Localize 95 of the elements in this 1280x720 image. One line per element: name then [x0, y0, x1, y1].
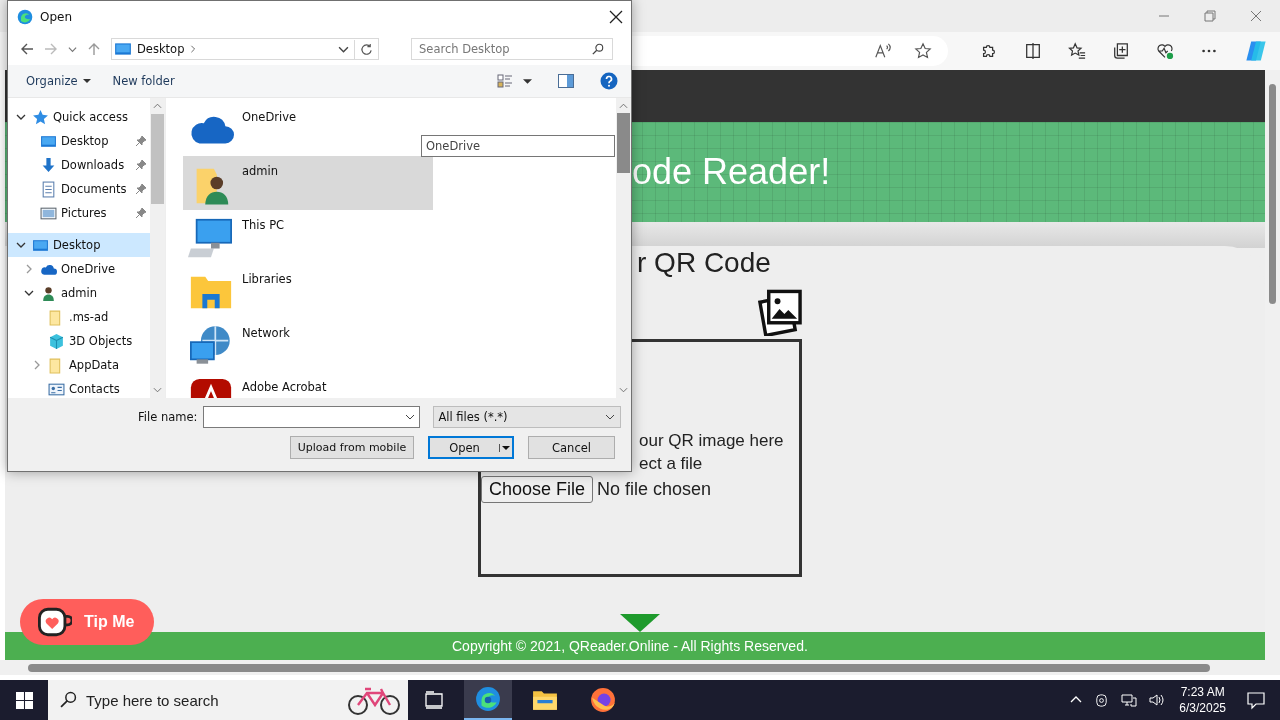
copilot-icon[interactable]	[1244, 39, 1268, 63]
search-icon	[60, 691, 77, 708]
pin-icon[interactable]	[136, 184, 146, 194]
network-icon[interactable]	[1121, 692, 1138, 708]
new-folder-button[interactable]: New folder	[106, 70, 181, 92]
heading: r QR Code	[637, 247, 771, 279]
mug-icon	[38, 605, 72, 639]
task-view-icon[interactable]	[424, 690, 444, 710]
file-name-field[interactable]	[203, 406, 421, 428]
nav-item[interactable]: admin	[8, 281, 150, 305]
scroll-thumb[interactable]	[28, 663, 1210, 672]
nav-item[interactable]: Pictures	[8, 201, 150, 225]
puzzle-icon[interactable]	[980, 42, 998, 60]
caret-icon[interactable]	[502, 443, 510, 452]
nav-item[interactable]: .ms-ad	[8, 305, 150, 329]
chevron-down-icon[interactable]	[405, 412, 416, 422]
taskbar-search-field[interactable]: Type here to search	[48, 680, 408, 720]
edge-icon	[17, 9, 33, 25]
notifications-icon[interactable]	[1246, 690, 1266, 710]
cancel-button[interactable]: Cancel	[528, 436, 615, 459]
horizontal-scrollbar[interactable]	[0, 660, 1280, 675]
star-icon[interactable]	[914, 42, 932, 60]
location-bar[interactable]: Desktop	[111, 38, 379, 60]
file-type-dropdown[interactable]: All files (*.*)	[433, 406, 622, 428]
pin-icon[interactable]	[136, 136, 146, 146]
date-text: 6/3/2025	[1179, 700, 1226, 716]
name-tooltip: OneDrive	[421, 135, 615, 157]
monitor-icon	[114, 40, 132, 58]
drop-text: our QR image here	[639, 431, 784, 451]
site-title: ode Reader!	[632, 151, 831, 193]
nav-item[interactable]: Desktop	[8, 129, 150, 153]
open-button[interactable]: Open	[428, 436, 514, 459]
windows-logo-icon[interactable]	[16, 691, 33, 709]
preview-pane-icon[interactable]	[558, 74, 574, 88]
chevron-down-icon[interactable]	[605, 412, 616, 422]
read-aloud-icon[interactable]	[874, 42, 892, 60]
time-text: 7:23 AM	[1180, 684, 1225, 700]
star-icon	[32, 108, 49, 126]
camera-icon[interactable]	[1094, 692, 1110, 708]
location-text: Desktop	[137, 42, 185, 56]
chevron-right-icon[interactable]	[24, 264, 34, 274]
dialog-title: Open	[40, 10, 73, 24]
file-item[interactable]: Network	[183, 318, 433, 372]
file-item[interactable]: Libraries	[183, 264, 433, 318]
browser-logo-icon[interactable]	[475, 686, 501, 712]
up-arrow-icon[interactable]	[87, 42, 101, 56]
caret-icon[interactable]	[523, 76, 532, 86]
chevron-down-icon[interactable]	[16, 240, 26, 250]
firefox-icon[interactable]	[590, 687, 616, 713]
favorites-icon[interactable]	[1068, 42, 1086, 60]
nav-item[interactable]: Desktop	[8, 233, 150, 257]
search-field[interactable]: Search Desktop	[411, 38, 613, 60]
copyright-text: Copyright © 2021, QReader.Online - All Rights Reserved.	[452, 638, 808, 654]
back-arrow-icon[interactable]	[20, 42, 34, 56]
speaker-icon[interactable]	[1149, 692, 1166, 708]
nav-item[interactable]: AppData	[8, 353, 150, 377]
view-options-icon[interactable]	[497, 73, 513, 89]
scroll-thumb[interactable]	[1269, 84, 1276, 304]
scroll-thumb[interactable]	[617, 113, 630, 173]
file-status: No file chosen	[597, 479, 712, 500]
file-name-label: File name:	[138, 410, 198, 424]
search-icon	[592, 43, 604, 55]
chevron-down-icon[interactable]	[16, 112, 26, 122]
pictures-icon	[756, 288, 803, 336]
chevron-right-icon[interactable]	[32, 360, 42, 370]
pin-icon[interactable]	[136, 160, 146, 170]
pin-icon[interactable]	[136, 208, 146, 218]
person-icon	[40, 284, 57, 302]
scroll-thumb[interactable]	[151, 114, 164, 204]
nav-item[interactable]: Quick access	[8, 105, 150, 129]
collections-icon[interactable]	[1112, 42, 1130, 60]
drop-text: ect a file	[639, 454, 703, 474]
file-item[interactable]: This PC	[183, 210, 433, 264]
upload-from-mobile-button[interactable]: Upload from mobile	[290, 436, 414, 459]
heartbeat-icon[interactable]	[1156, 42, 1174, 60]
file-item[interactable]: admin	[183, 156, 433, 210]
nav-item[interactable]: 3D Objects	[8, 329, 150, 353]
nav-item[interactable]: Downloads	[8, 153, 150, 177]
close-icon[interactable]	[609, 10, 623, 24]
caret-icon	[82, 77, 91, 85]
down-triangle-icon[interactable]	[620, 614, 660, 632]
cube-icon	[48, 332, 65, 350]
choose-file-button[interactable]: Choose File	[481, 476, 594, 503]
restore-icon[interactable]	[1204, 10, 1216, 22]
chevron-down-icon[interactable]	[24, 288, 34, 298]
clock[interactable]: 7:23 AM 6/3/2025	[1179, 684, 1226, 716]
organize-button[interactable]: Organize	[20, 70, 97, 92]
document-icon	[40, 180, 57, 198]
scrollbar[interactable]	[150, 98, 165, 398]
nav-item[interactable]: OneDrive	[8, 257, 150, 281]
nav-item[interactable]: Contacts	[8, 377, 150, 398]
help-icon[interactable]	[600, 72, 618, 90]
split-screen-icon[interactable]	[1024, 42, 1042, 60]
nav-item[interactable]: Documents	[8, 177, 150, 201]
scrollbar[interactable]	[616, 98, 631, 398]
